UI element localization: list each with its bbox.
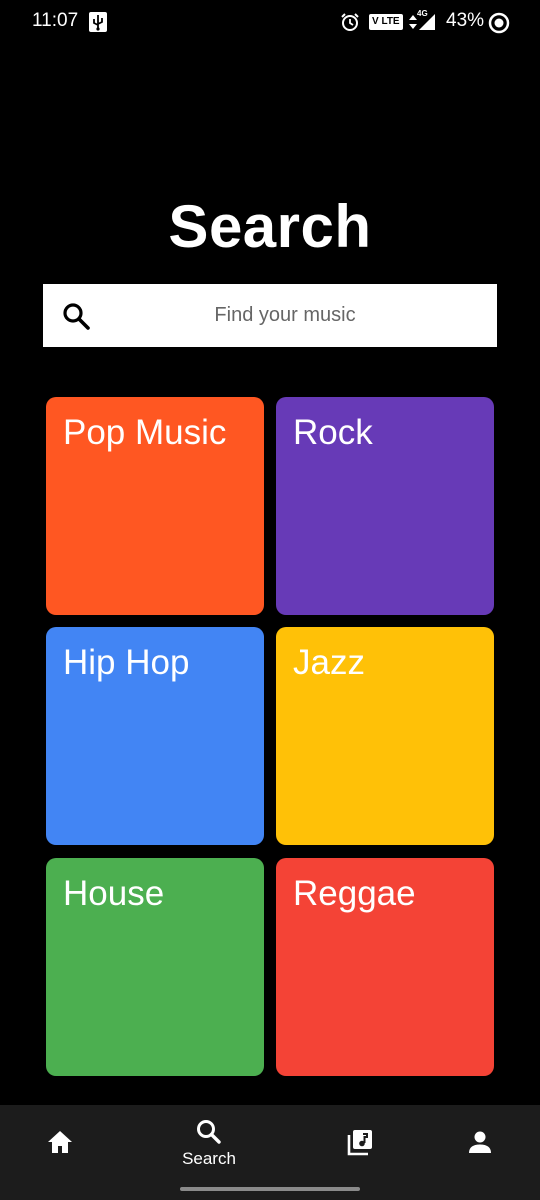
search-input[interactable] — [113, 284, 457, 347]
signal-icon — [419, 14, 435, 30]
status-time: 11:07 — [32, 10, 79, 31]
genre-label: Hip Hop — [63, 643, 190, 682]
genre-label: House — [63, 874, 165, 913]
genre-label: Pop Music — [63, 413, 227, 452]
nav-search[interactable]: Search — [159, 1105, 259, 1185]
genre-label: Rock — [293, 413, 373, 452]
genre-tile-rock[interactable]: Rock — [276, 397, 494, 615]
search-box[interactable] — [43, 284, 497, 347]
volte-badge: V LTE — [369, 14, 403, 30]
status-bar: 11:07 V LTE 4G 43% — [0, 0, 540, 46]
alarm-icon — [341, 13, 359, 31]
nav-home[interactable] — [10, 1105, 110, 1185]
genre-tile-pop-music[interactable]: Pop Music — [46, 397, 264, 615]
search-icon[interactable] — [61, 301, 91, 331]
battery-percent: 43% — [446, 10, 485, 31]
library-music-icon — [347, 1130, 372, 1156]
search-icon — [197, 1120, 221, 1144]
bottom-nav: Search — [0, 1105, 540, 1200]
genre-tile-jazz[interactable]: Jazz — [276, 627, 494, 845]
nav-search-label: Search — [182, 1149, 236, 1168]
page-title: Search — [168, 193, 372, 260]
genre-label: Jazz — [293, 643, 365, 682]
genre-tile-reggae[interactable]: Reggae — [276, 858, 494, 1076]
genre-tile-house[interactable]: House — [46, 858, 264, 1076]
home-indicator — [180, 1187, 360, 1191]
genre-tile-hip-hop[interactable]: Hip Hop — [46, 627, 264, 845]
person-icon — [469, 1131, 491, 1153]
nav-profile[interactable] — [430, 1105, 530, 1185]
home-icon — [48, 1131, 72, 1153]
nav-library[interactable] — [310, 1105, 410, 1185]
usb-icon — [89, 12, 107, 32]
genre-label: Reggae — [293, 874, 416, 913]
battery-icon — [488, 12, 510, 34]
